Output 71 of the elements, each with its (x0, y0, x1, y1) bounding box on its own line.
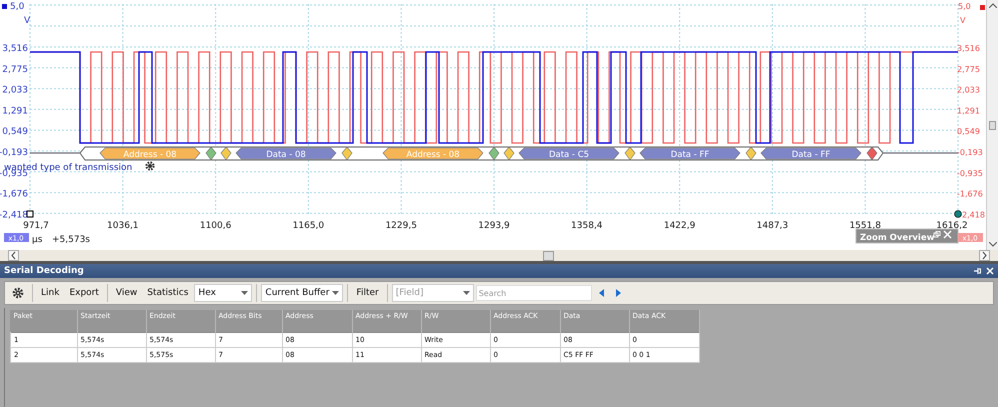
search-field[interactable]: Search (476, 285, 592, 301)
gear-icon[interactable] (145, 161, 155, 171)
axis-label: 2,775 (957, 64, 980, 74)
channel-a-marker-icon[interactable] (2, 4, 7, 9)
axis-label: 1551,8 (849, 221, 881, 231)
axis-label: 2,033 (2, 86, 28, 96)
scroll-left-icon[interactable] (8, 250, 19, 261)
vertical-scrollbar[interactable] (986, 0, 998, 250)
axis-label: 2,775 (2, 64, 28, 75)
decoded-field[interactable]: Data - FF (760, 148, 862, 160)
time-unit: µs (32, 235, 42, 244)
caret-icon (241, 291, 248, 295)
decoded-field[interactable]: Data - FF (640, 148, 740, 160)
axis-label: -0,935 (957, 168, 983, 178)
scroll-down-icon[interactable] (988, 242, 996, 247)
caret-icon (332, 291, 340, 295)
decoded-field[interactable]: Data - C5 (518, 148, 620, 160)
axis-unit: V (960, 16, 966, 25)
cursor-marker-icon[interactable] (954, 210, 962, 218)
axis-label: -0,193 (957, 148, 983, 157)
axis-label: 1487,3 (756, 221, 788, 231)
axis-label: 5,0 (10, 2, 24, 12)
decoded-field[interactable]: Address - 08 (100, 148, 200, 160)
axis-label: 971,7 (23, 221, 49, 231)
axis-label: 1358,4 (571, 221, 603, 231)
axis-label: 3,516 (957, 44, 980, 53)
axis-label: 1,291 (957, 106, 980, 116)
toolbar-button[interactable]: Statistics (143, 286, 192, 300)
decoded-field[interactable]: Address - 08 (382, 148, 484, 160)
time-offset: +5,573s (52, 235, 90, 244)
restore-icon[interactable] (934, 231, 940, 238)
axis-label: 3,516 (2, 44, 28, 54)
scroll-up-icon[interactable] (988, 3, 996, 8)
axis-label: 1293,9 (478, 221, 510, 231)
dropdown[interactable]: [Field] (392, 284, 474, 302)
scroll-right-icon[interactable] (979, 250, 990, 261)
next-icon[interactable] (616, 289, 621, 297)
caret-icon (462, 291, 470, 295)
close-icon[interactable] (986, 267, 994, 275)
cursor-marker-icon[interactable] (26, 210, 34, 218)
axis-label: 1100,6 (200, 221, 232, 231)
dropdown[interactable]: Hex (194, 284, 252, 302)
axis-label: 2,418 (962, 210, 985, 220)
previous-icon[interactable] (598, 289, 604, 297)
toolbar-button[interactable]: Link (37, 286, 64, 300)
close-icon[interactable] (944, 230, 952, 238)
dropdown[interactable]: Current Buffer (261, 284, 344, 302)
panel-title: Zoom Overview (860, 233, 934, 243)
axis-label: 1036,1 (107, 221, 139, 231)
settings-icon (12, 287, 24, 299)
axis-label: 1229,5 (385, 221, 417, 231)
panel-title: Serial Decoding (4, 266, 85, 276)
axis-label: 0,549 (2, 127, 28, 138)
axis-label: 1165,0 (292, 221, 324, 231)
axis-label: 1,291 (2, 106, 28, 116)
axis-label: 1422,9 (664, 221, 696, 231)
toolbar-button[interactable]: View (112, 286, 142, 300)
axis-label: -1,676 (957, 190, 983, 199)
horizontal-scrollbar[interactable] (0, 250, 998, 264)
decoded-field[interactable]: Data - 08 (236, 148, 336, 160)
axis-unit: V (24, 16, 30, 26)
axis-label: 1616,2 (936, 221, 968, 231)
toolbar-button[interactable]: Export (65, 286, 103, 300)
axis-label: 0,549 (957, 127, 980, 136)
toolbar-button[interactable]: Filter (352, 286, 383, 300)
pin-icon[interactable] (973, 267, 981, 275)
scroll-thumb[interactable] (989, 120, 996, 130)
channel-b-marker-icon[interactable] (980, 5, 985, 10)
axis-label: 5,0 (958, 2, 971, 11)
axis-label: 2,033 (957, 86, 980, 95)
scroll-thumb[interactable] (543, 250, 554, 260)
